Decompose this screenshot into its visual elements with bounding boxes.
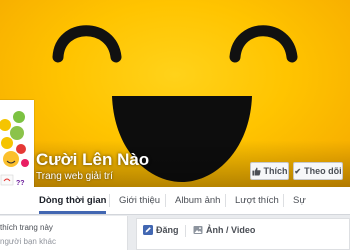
page-name[interactable]: Cười Lên Nào xyxy=(36,150,149,170)
checkmark-icon: ✔ xyxy=(294,166,302,176)
tab-divider xyxy=(225,194,226,207)
likes-summary: thích trang này xyxy=(0,223,53,232)
page-category: Trang web giải trí xyxy=(36,171,113,182)
tab-divider xyxy=(109,194,110,207)
tab-about[interactable]: Giới thiệu xyxy=(119,187,160,214)
friends-summary: người bạn khác xyxy=(0,237,56,246)
composer-post-tab[interactable]: Đăng xyxy=(143,225,179,235)
follow-button-label: Theo dõi xyxy=(304,166,342,176)
composer-divider xyxy=(185,225,186,237)
like-button[interactable]: Thích xyxy=(250,162,289,180)
composer-photo-video-label: Ảnh / Video xyxy=(206,225,256,235)
composer-photo-video-tab[interactable]: Ảnh / Video xyxy=(193,225,255,235)
tab-photo-albums[interactable]: Album ảnh xyxy=(175,187,220,214)
left-sidebar: thích trang này người bạn khác xyxy=(0,216,128,250)
tab-divider xyxy=(283,194,284,207)
tab-timeline[interactable]: Dòng thời gian xyxy=(39,187,107,214)
facebook-page: ?? Cười Lên Nào Trang web giải trí Thích… xyxy=(0,0,350,250)
tab-events[interactable]: Sự xyxy=(293,187,306,214)
photo-icon xyxy=(193,226,203,234)
composer-post-label: Đăng xyxy=(156,225,179,235)
pencil-icon xyxy=(143,225,153,235)
thumbs-up-icon xyxy=(251,167,261,176)
page-tab-bar: Dòng thời gian Giới thiệu Album ảnh Lượt… xyxy=(0,187,350,215)
like-button-label: Thích xyxy=(263,166,288,176)
tab-likes[interactable]: Lượt thích xyxy=(235,187,279,214)
post-composer: Đăng Ảnh / Video xyxy=(136,218,350,250)
follow-button[interactable]: ✔ Theo dõi xyxy=(293,162,343,180)
tab-divider xyxy=(165,194,166,207)
svg-text:??: ?? xyxy=(16,180,25,187)
